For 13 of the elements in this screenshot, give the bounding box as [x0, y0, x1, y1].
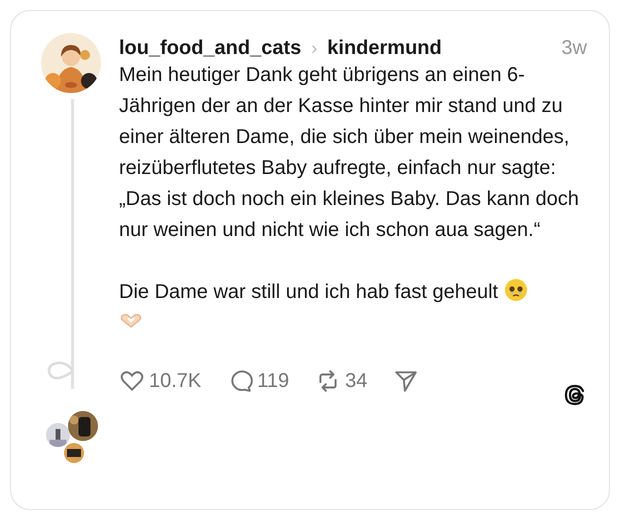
post-text: Mein heutiger Dank geht übrigens an einen 6-Jährigen der an der Kasse hinter mir stand und zu einer älteren Dame, die sich über mein weinendes, reizüberflutetes Baby aufregte, einfach nur sagte: [119, 63, 570, 181]
post-time: 3w [561, 37, 587, 60]
repost-button[interactable]: 34 [315, 368, 368, 394]
topic-link[interactable]: kindermund [327, 37, 442, 60]
teary-face-icon [504, 278, 528, 302]
post-text: Die Dame war still und ich hab fast geheult [119, 281, 498, 303]
heart-icon [119, 368, 145, 394]
like-button[interactable]: 10.7K [119, 368, 202, 394]
reply-button[interactable]: 119 [227, 368, 290, 394]
chevron-separator: › [311, 38, 318, 59]
username[interactable]: lou_food_and_cats [119, 37, 302, 60]
threads-logo-icon [563, 383, 587, 407]
post-text: „Das ist doch noch ein kleines Baby. Das kann doch nur weinen und nicht wie ich schon aua sagen.“ [119, 187, 580, 243]
